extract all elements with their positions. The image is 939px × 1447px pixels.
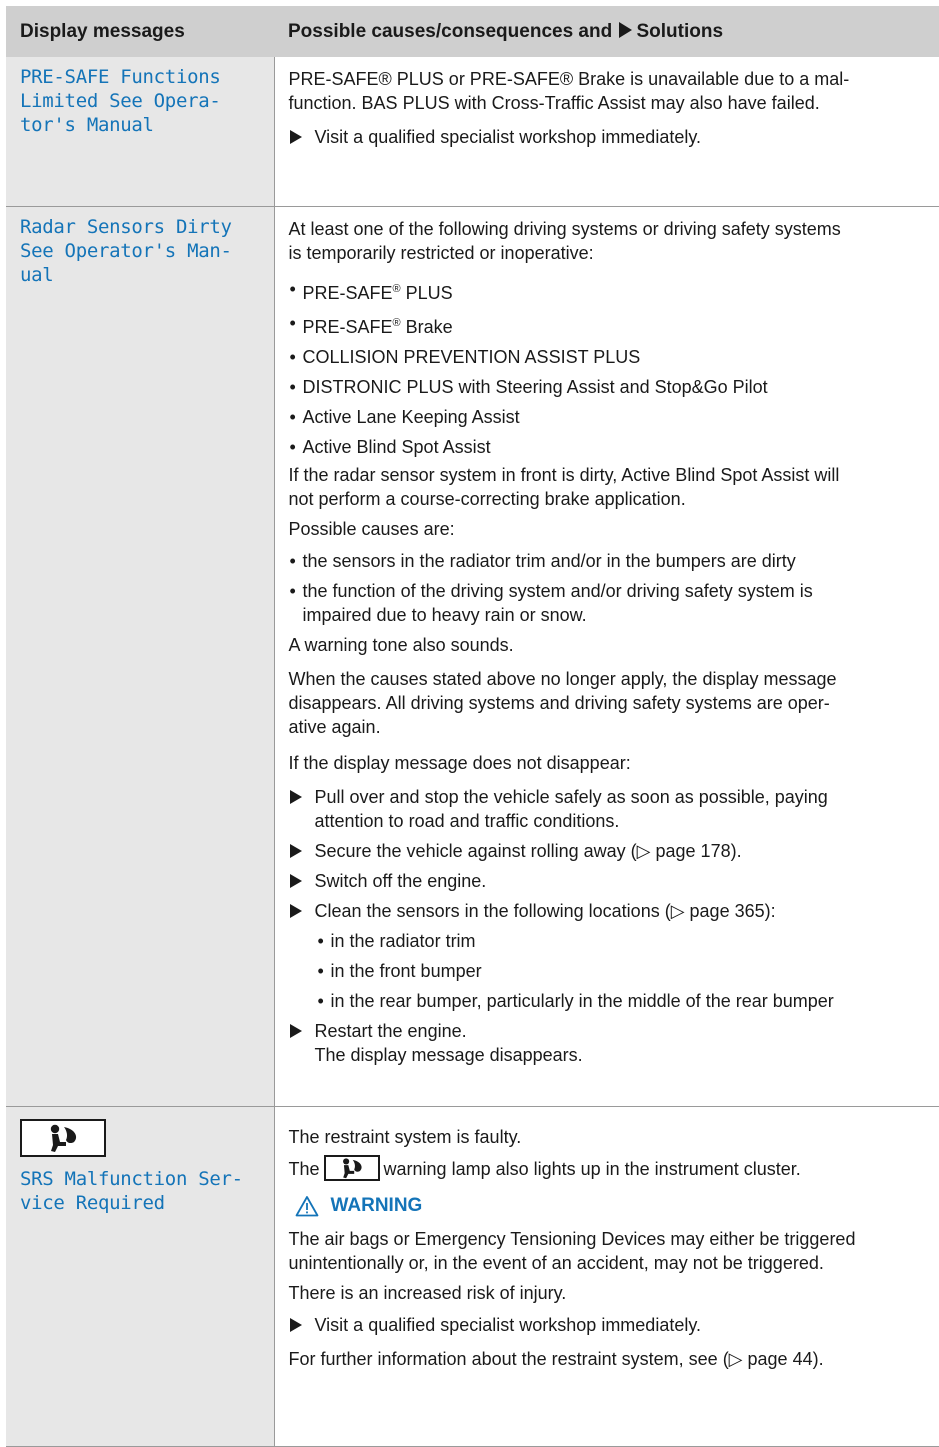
body-text: When the causes stated above no longer a… — [289, 667, 939, 691]
airbag-warning-lamp-icon — [20, 1119, 106, 1157]
solution-step: Switch off the engine. — [289, 869, 939, 893]
step-result-text: The display message disappears. — [315, 1043, 939, 1067]
step-arrow-icon — [290, 1024, 302, 1038]
body-text: The restraint system is faulty. — [289, 1125, 939, 1149]
body-text: PRE-SAFE® PLUS or PRE-SAFE® Brake is una… — [289, 67, 939, 91]
header-solutions-label: Solutions — [636, 21, 723, 42]
display-message-cell: SRS Malfunction Ser- vice Required — [6, 1106, 274, 1446]
airbag-icon — [338, 1157, 366, 1179]
display-message-line: vice Required — [20, 1191, 274, 1215]
list-item: in the rear bumper, particularly in the … — [317, 989, 939, 1013]
step-arrow-icon — [290, 1318, 302, 1332]
body-text: If the display message does not disappea… — [289, 751, 939, 775]
header-causes-solutions: Possible causes/consequences and Solutio… — [274, 6, 939, 57]
step-text: Visit a qualified specialist workshop im… — [315, 127, 702, 147]
body-text: is temporarily restricted or inoperative… — [289, 241, 939, 265]
list-item: the sensors in the radiator trim and/or … — [289, 549, 939, 573]
step-arrow-icon — [290, 790, 302, 804]
list-item: Active Blind Spot Assist — [289, 435, 939, 459]
body-text: disappears. All driving systems and driv… — [289, 691, 939, 715]
display-message-line: ual — [20, 263, 274, 287]
solution-cell: At least one of the following driving sy… — [274, 206, 939, 1106]
step-text: Clean the sensors in the following locat… — [315, 901, 776, 921]
body-text: function. BAS PLUS with Cross-Traffic As… — [289, 91, 939, 115]
system-name: PRE-SAFE — [303, 317, 393, 337]
airbag-warning-lamp-icon — [324, 1155, 380, 1181]
step-text: Visit a qualified specialist workshop im… — [315, 1315, 702, 1335]
body-text: At least one of the following driving sy… — [289, 217, 939, 241]
list-item: in the radiator trim — [317, 929, 939, 953]
solution-step: Visit a qualified specialist workshop im… — [289, 125, 939, 149]
display-message-cell: Radar Sensors Dirty See Operator's Man- … — [6, 206, 274, 1106]
list-item-line: the function of the driving system and/o… — [303, 579, 939, 603]
step-text: Switch off the engine. — [315, 871, 487, 891]
body-text: Possible causes are: — [289, 517, 939, 541]
header-causes-label: Possible causes/consequences and — [288, 21, 612, 42]
solution-cell: PRE-SAFE® PLUS or PRE-SAFE® Brake is una… — [274, 57, 939, 206]
body-text: A warning tone also sounds. — [289, 633, 939, 657]
list-item: PRE-SAFE® Brake — [289, 311, 939, 339]
step-text: attention to road and traffic conditions… — [315, 809, 939, 833]
list-item: COLLISION PREVENTION ASSIST PLUS — [289, 345, 939, 369]
list-item: DISTRONIC PLUS with Steering Assist and … — [289, 375, 939, 399]
warning-text: The air bags or Emergency Tensioning Dev… — [289, 1227, 939, 1251]
step-text: Pull over and stop the vehicle safely as… — [315, 785, 939, 809]
solution-step: Restart the engine.The display message d… — [289, 1019, 939, 1067]
display-message-line: SRS Malfunction Ser- — [20, 1167, 274, 1191]
display-message-line: See Operator's Man- — [20, 239, 274, 263]
list-item: Active Lane Keeping Assist — [289, 405, 939, 429]
display-message-line: PRE-SAFE Functions — [20, 65, 274, 89]
display-message-line: Radar Sensors Dirty — [20, 215, 274, 239]
body-text: not perform a course-correcting brake ap… — [289, 487, 939, 511]
body-text: If the radar sensor system in front is d… — [289, 463, 939, 487]
warning-title: WARNING — [331, 1195, 423, 1217]
warning-text: unintentionally or, in the event of an a… — [289, 1251, 939, 1275]
step-arrow-icon — [290, 904, 302, 918]
warning-text: There is an increased risk of injury. — [289, 1281, 939, 1305]
step-arrow-icon — [290, 874, 302, 888]
table-row: SRS Malfunction Ser- vice Required The r… — [6, 1106, 939, 1446]
registered-mark: ® — [393, 283, 401, 295]
system-name: PLUS — [406, 283, 453, 303]
warning-triangle-icon — [295, 1195, 319, 1217]
solution-step: Clean the sensors in the following locat… — [289, 899, 939, 923]
list-item: in the front bumper — [317, 959, 939, 983]
body-text: The warning lamp also lights up in the i… — [289, 1155, 939, 1181]
step-text: Secure the vehicle against rolling away … — [315, 841, 742, 861]
display-message-line: tor's Manual — [20, 113, 274, 137]
inline-text: The — [289, 1159, 320, 1179]
display-message-cell: PRE-SAFE Functions Limited See Opera- to… — [6, 57, 274, 206]
system-name: PRE-SAFE — [303, 283, 393, 303]
inline-text: warning lamp also lights up in the instr… — [384, 1159, 801, 1179]
solution-step: Pull over and stop the vehicle safely as… — [289, 785, 939, 833]
step-arrow-icon — [619, 22, 632, 38]
step-text: Restart the engine. — [315, 1019, 939, 1043]
header-display-messages: Display messages — [6, 6, 274, 57]
registered-mark: ® — [393, 317, 401, 329]
display-messages-table: Display messages Possible causes/consequ… — [6, 6, 939, 1447]
table-row: Radar Sensors Dirty See Operator's Man- … — [6, 206, 939, 1106]
solution-cell: The restraint system is faulty. The warn… — [274, 1106, 939, 1446]
list-item: PRE-SAFE® PLUS — [289, 277, 939, 305]
table-row: PRE-SAFE Functions Limited See Opera- to… — [6, 57, 939, 206]
warning-heading: WARNING — [289, 1191, 939, 1221]
step-arrow-icon — [290, 130, 302, 144]
solution-step: Secure the vehicle against rolling away … — [289, 839, 939, 863]
solution-step: Visit a qualified specialist workshop im… — [289, 1313, 939, 1337]
table-header: Display messages Possible causes/consequ… — [6, 6, 939, 57]
body-text: ative again. — [289, 715, 939, 739]
step-arrow-icon — [290, 844, 302, 858]
list-item-line: impaired due to heavy rain or snow. — [303, 603, 939, 627]
system-name: Brake — [406, 317, 453, 337]
list-item: the function of the driving system and/o… — [289, 579, 939, 627]
body-text: For further information about the restra… — [289, 1347, 939, 1371]
display-message-line: Limited See Opera- — [20, 89, 274, 113]
airbag-icon — [45, 1123, 81, 1153]
manual-page: Display messages Possible causes/consequ… — [6, 6, 939, 1447]
